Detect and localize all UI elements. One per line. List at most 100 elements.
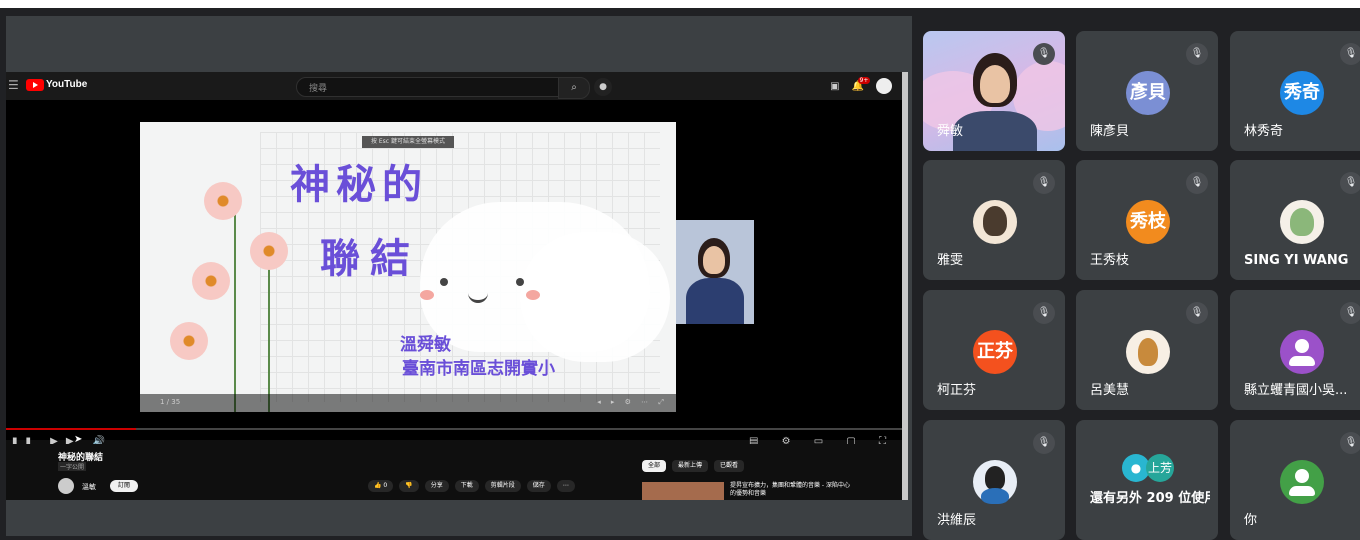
- participant-tile[interactable]: 🎙 秀枝 王秀枝: [1076, 160, 1218, 280]
- participant-tile[interactable]: 🎙 洪維辰: [923, 420, 1065, 540]
- person-head-shape: [1295, 339, 1309, 353]
- share-button[interactable]: 分享: [424, 480, 449, 492]
- notifications-icon[interactable]: 🔔 9+: [852, 76, 871, 92]
- participant-name: 洪維辰: [937, 513, 977, 528]
- youtube-header: ☰ YouTube 搜尋 ⌕ ● ▣ 🔔 9+: [6, 72, 906, 100]
- presentation-slide: 按 Esc 鍵可結束全螢幕模式 神秘的 聯結 溫舜敏 臺南市南區志開實小 1 /…: [140, 122, 676, 412]
- mic-off-icon: 🎙: [1340, 432, 1360, 454]
- search-button[interactable]: ⌕: [558, 77, 590, 99]
- mic-off-icon: 🎙: [1340, 43, 1360, 65]
- avatar-illustration: [981, 488, 1009, 504]
- cloud-cheek-left: [420, 290, 434, 300]
- chip-latest[interactable]: 最新上傳: [672, 460, 709, 472]
- slide-toolbar: 1 / 35 ◂ ▸ ⚙ ⋯ ⤢: [140, 394, 676, 412]
- more-participants-tile[interactable]: ● 上芳 還有另外 209 位使用者: [1076, 420, 1218, 540]
- person-icon: [1280, 330, 1324, 374]
- person-icon: [1280, 460, 1324, 504]
- share-scrollbar[interactable]: [902, 72, 908, 500]
- participant-tile[interactable]: 🎙 SING YI WANG: [1230, 160, 1360, 280]
- channel-name[interactable]: 溫敏: [82, 482, 96, 492]
- create-icon[interactable]: ▣: [830, 81, 839, 92]
- person-body-shape: [1289, 356, 1315, 366]
- flower-decoration: [204, 182, 242, 220]
- person-body-shape: [1289, 486, 1315, 496]
- progress-fill: [6, 428, 136, 430]
- chip-all[interactable]: 全部: [642, 460, 667, 472]
- more-actions-button[interactable]: ⋯: [556, 480, 575, 492]
- mic-off-icon: 🎙: [1340, 302, 1360, 324]
- flower-stem: [268, 252, 270, 412]
- like-button[interactable]: 👍 0: [368, 480, 394, 492]
- participant-avatar: 上芳: [1146, 454, 1174, 482]
- save-button[interactable]: 儲存: [526, 480, 551, 492]
- participant-name: 林秀奇: [1244, 124, 1284, 139]
- mouse-cursor-icon: ➤: [74, 434, 83, 445]
- participant-avatar: 秀枝: [1126, 200, 1170, 244]
- subscribe-button[interactable]: 訂閱: [110, 480, 139, 492]
- search-input[interactable]: 搜尋: [296, 77, 560, 97]
- video-info: 神秘的聯結 一字公開 溫敏 訂閱 👍 0 👎 分享 下載 剪輯片段 儲存 ⋯ 全…: [6, 444, 906, 500]
- avatar-illustration: [1138, 338, 1158, 366]
- slide-title-line2: 聯結: [320, 236, 420, 282]
- participant-name: 呂美慧: [1090, 383, 1130, 398]
- video-subtitle: 一字公開: [58, 462, 87, 471]
- participant-photo-avatar: [1126, 330, 1170, 374]
- participant-tile[interactable]: 🎙 舜敏: [923, 31, 1065, 151]
- search-placeholder: 搜尋: [309, 84, 328, 94]
- youtube-logo-icon[interactable]: [26, 79, 44, 91]
- mic-off-icon: 🎙: [1033, 302, 1055, 324]
- flower-decoration: [170, 322, 208, 360]
- participant-tile-self[interactable]: 🎙 你: [1230, 420, 1360, 540]
- slide-author: 溫舜敏: [400, 335, 451, 355]
- clip-button[interactable]: 剪輯片段: [484, 480, 521, 492]
- video-player[interactable]: 按 Esc 鍵可結束全螢幕模式 神秘的 聯結 溫舜敏 臺南市南區志開實小 1 /…: [6, 100, 906, 447]
- participant-avatar: 彥貝: [1126, 71, 1170, 115]
- avatar-illustration: [983, 206, 1007, 236]
- recommended-thumbnail[interactable]: [642, 482, 724, 500]
- cloud-shape-2: [520, 232, 670, 362]
- participant-name: 舜敏: [937, 124, 964, 139]
- chip-watched[interactable]: 已觀看: [714, 460, 745, 472]
- participant-name: 雅雯: [937, 253, 964, 268]
- flower-stem: [234, 202, 236, 412]
- cloud-eye-left: [440, 278, 448, 286]
- mic-off-icon: 🎙: [1186, 172, 1208, 194]
- participant-tile[interactable]: 🎙 彥貝 陳彥貝: [1076, 31, 1218, 151]
- participant-name: 柯正芬: [937, 383, 977, 398]
- participant-tile[interactable]: 🎙 雅雯: [923, 160, 1065, 280]
- like-count: 0: [383, 482, 388, 489]
- mic-off-icon: 🎙: [1340, 172, 1360, 194]
- mic-off-icon: 🎙: [1186, 43, 1208, 65]
- slide-title-line1: 神秘的: [290, 162, 428, 208]
- participant-tile[interactable]: 🎙 正芬 柯正芬: [923, 290, 1065, 410]
- participant-photo-avatar: [973, 200, 1017, 244]
- fullscreen-hint: 按 Esc 鍵可結束全螢幕模式: [362, 136, 454, 148]
- menu-icon[interactable]: ☰: [8, 78, 19, 92]
- recommended-title[interactable]: 提昇宣布擴力，集團和鞏體的音樂 - 深陷中心的優勢和音樂: [730, 482, 850, 498]
- more-participants-label: 還有另外 209 位使用者: [1090, 491, 1210, 506]
- youtube-logo-text[interactable]: YouTube: [46, 79, 87, 90]
- mic-off-icon: 🎙: [1033, 43, 1055, 65]
- participant-tile[interactable]: 🎙 秀奇 林秀奇: [1230, 31, 1360, 151]
- mic-off-icon: 🎙: [1186, 302, 1208, 324]
- participant-tile[interactable]: 🎙 縣立蠼青國小吳...: [1230, 290, 1360, 410]
- progress-bar[interactable]: [6, 428, 906, 430]
- slide-tools-icons[interactable]: ◂ ▸ ⚙ ⋯ ⤢: [597, 398, 668, 407]
- notification-badge: 9+: [857, 76, 871, 84]
- participant-name: 縣立蠼青國小吳...: [1244, 383, 1348, 398]
- recommendation-chips: 全部 最新上傳 已觀看: [642, 460, 745, 472]
- channel-avatar[interactable]: [58, 478, 74, 494]
- participant-photo-avatar: [973, 460, 1017, 504]
- voice-search-icon[interactable]: ●: [594, 78, 612, 96]
- participant-photo-avatar: [1280, 200, 1324, 244]
- participant-face: [980, 65, 1010, 103]
- window-top-bar: [0, 0, 1360, 8]
- account-avatar[interactable]: [876, 78, 892, 94]
- download-button[interactable]: 下載: [454, 480, 479, 492]
- slide-school: 臺南市南區志開實小: [402, 359, 555, 379]
- participant-name: 你: [1244, 513, 1258, 528]
- participant-tile[interactable]: 🎙 呂美慧: [1076, 290, 1218, 410]
- avatar-illustration: [985, 466, 1005, 490]
- participant-avatar: 秀奇: [1280, 71, 1324, 115]
- dislike-button[interactable]: 👎: [399, 480, 419, 492]
